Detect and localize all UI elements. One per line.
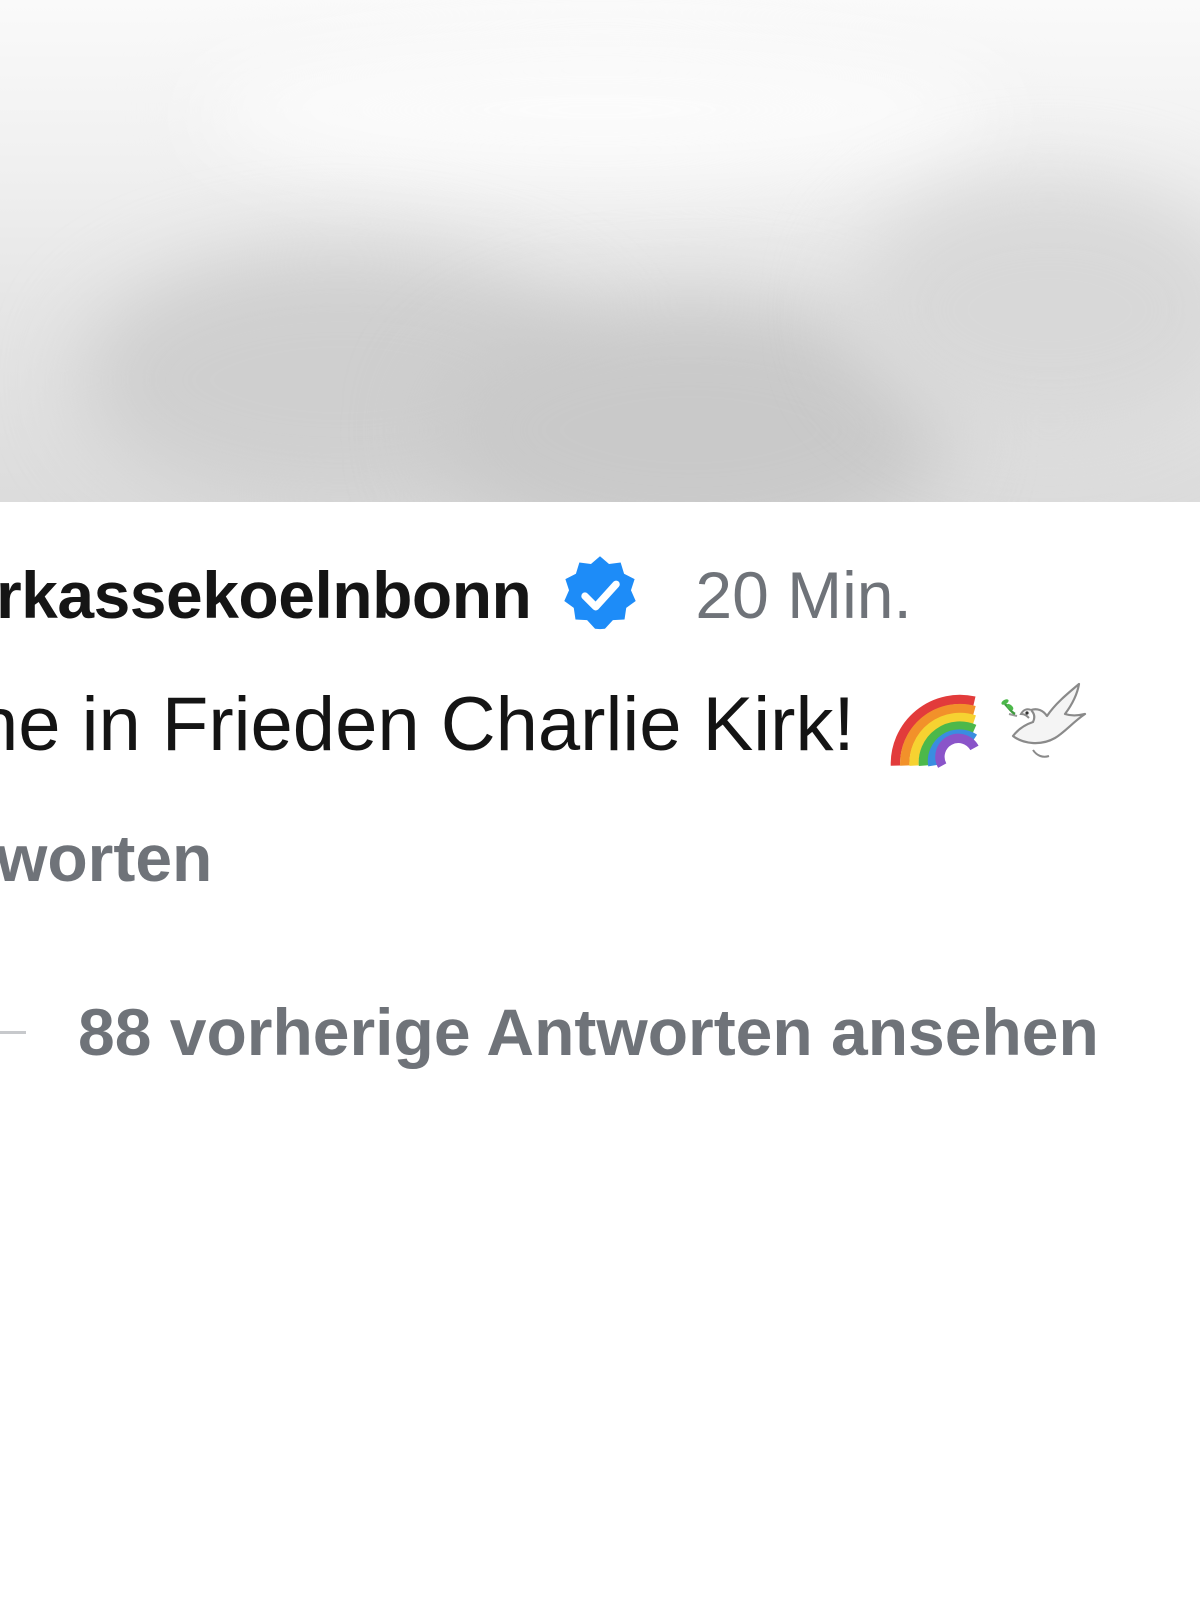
comment-header: rkassekoelnbonn 20 Min. <box>0 550 912 640</box>
page: rkassekoelnbonn 20 Min. ne in Frieden Ch… <box>0 0 1200 1600</box>
comment-username[interactable]: rkassekoelnbonn <box>0 557 532 633</box>
blurred-media[interactable] <box>0 0 1200 502</box>
comment-text: ne in Frieden Charlie Kirk! <box>0 681 855 767</box>
verified-badge-icon <box>564 556 637 630</box>
comment-body: ne in Frieden Charlie Kirk! <box>0 672 1093 776</box>
dove-icon <box>1000 682 1086 758</box>
comment-timestamp: 20 Min. <box>695 558 912 632</box>
reply-thread-line <box>0 1030 26 1034</box>
view-previous-replies-label[interactable]: 88 vorherige Antworten ansehen <box>78 994 1099 1070</box>
reply-button[interactable]: worten <box>0 820 212 896</box>
rainbow-icon <box>890 694 979 768</box>
view-previous-replies[interactable]: 88 vorherige Antworten ansehen <box>0 992 1099 1072</box>
